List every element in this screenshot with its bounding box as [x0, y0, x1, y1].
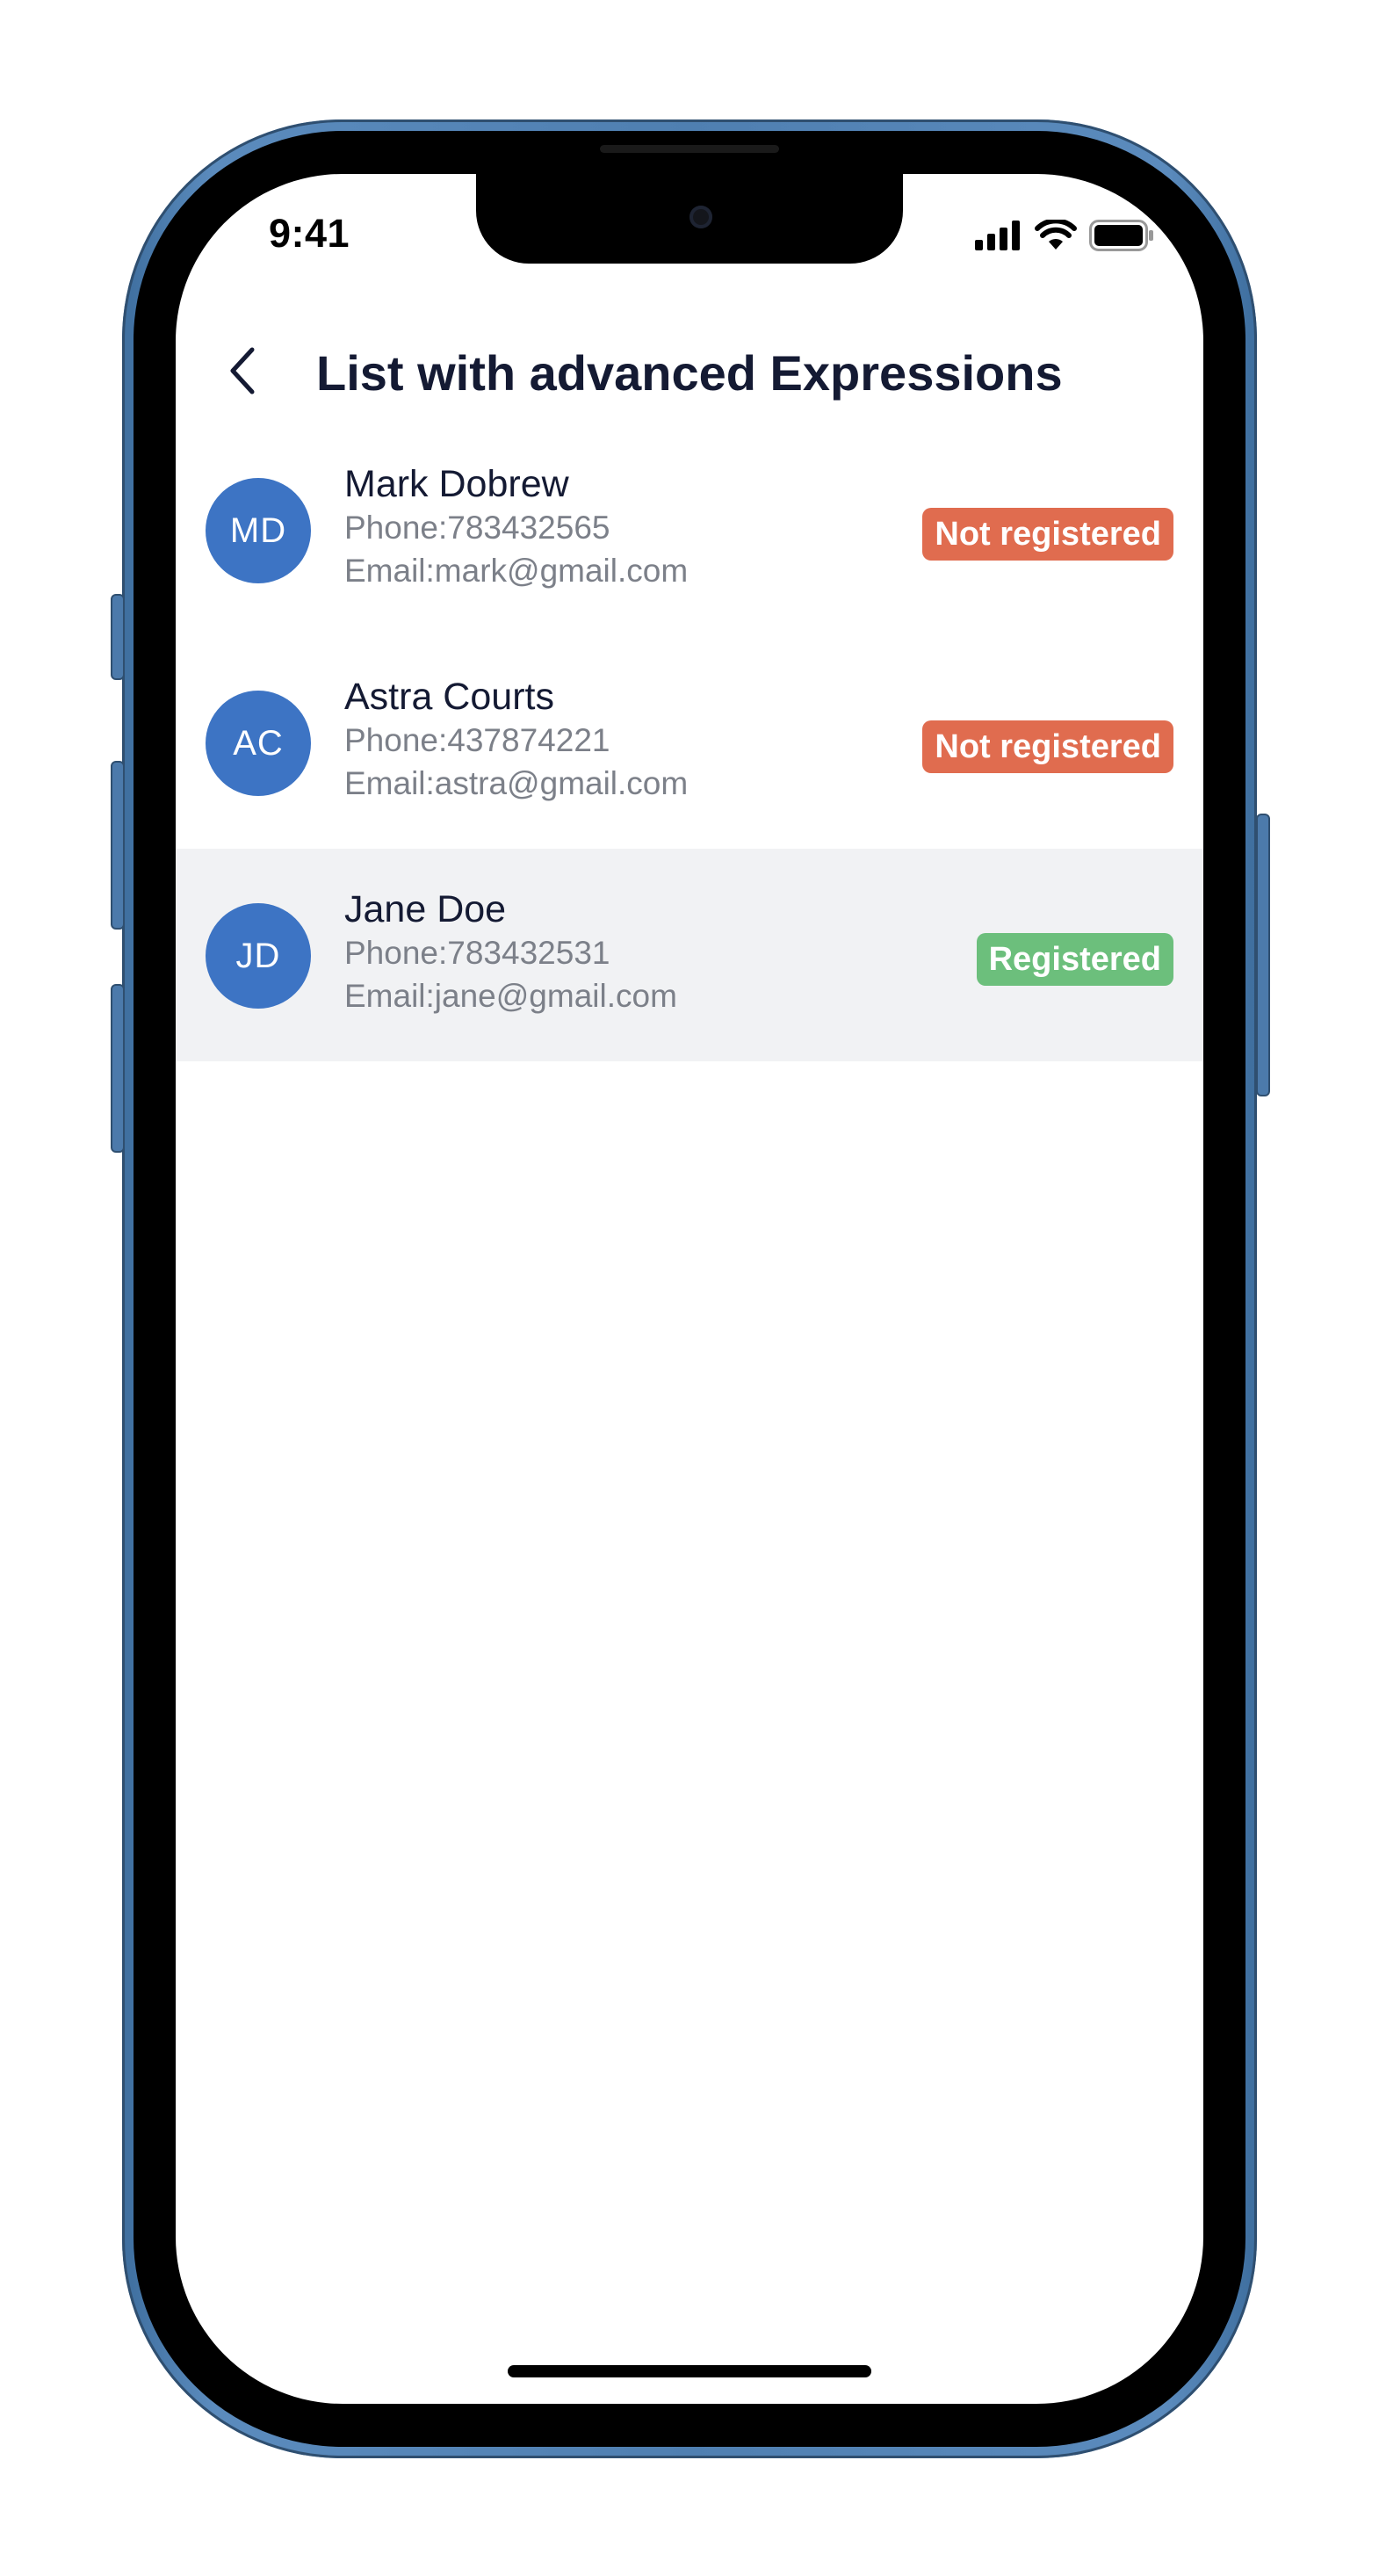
- page-title: List with advanced Expressions: [316, 345, 1063, 401]
- contact-info: Jane Doe Phone:783432531 Email:jane@gmai…: [344, 887, 677, 1017]
- wifi-icon: [1035, 218, 1077, 256]
- contact-name: Mark Dobrew: [344, 463, 569, 505]
- contact-phone: Phone:783432565: [344, 510, 610, 546]
- contact-email: Email:astra@gmail.com: [344, 765, 689, 801]
- contact-list: MD Mark Dobrew Phone:783432565 Email:mar…: [176, 423, 1203, 1061]
- contact-info: Mark Dobrew Phone:783432565 Email:mark@g…: [344, 462, 688, 592]
- cellular-signal-icon: [975, 221, 1022, 255]
- device-stage: 9:41 List with advanced Expressions MD M…: [0, 0, 1379, 2576]
- contact-phone: Phone:783432531: [344, 935, 610, 971]
- contact-name: Astra Courts: [344, 676, 554, 718]
- volume-up-button: [111, 761, 125, 930]
- avatar: JD: [206, 903, 311, 1009]
- contact-email: Email:jane@gmail.com: [344, 978, 677, 1014]
- list-item[interactable]: AC Astra Courts Phone:437874221 Email:as…: [176, 636, 1203, 849]
- contact-phone: Phone:437874221: [344, 722, 610, 758]
- status-badge: Not registered: [922, 508, 1173, 561]
- home-indicator[interactable]: [508, 2365, 871, 2377]
- app-screen: 9:41 List with advanced Expressions MD M…: [176, 174, 1203, 2404]
- power-button: [1256, 814, 1270, 1096]
- chevron-left-icon: [227, 346, 257, 400]
- contact-info: Astra Courts Phone:437874221 Email:astra…: [344, 675, 688, 805]
- list-item[interactable]: JD Jane Doe Phone:783432531 Email:jane@g…: [176, 849, 1203, 1061]
- status-badge: Not registered: [922, 720, 1173, 773]
- back-button[interactable]: [214, 337, 271, 408]
- volume-down-button: [111, 984, 125, 1153]
- navigation-header: List with advanced Expressions: [176, 323, 1203, 420]
- contact-email: Email:mark@gmail.com: [344, 553, 689, 589]
- earpiece-speaker: [600, 145, 779, 153]
- status-badge: Registered: [976, 933, 1173, 986]
- contact-name: Jane Doe: [344, 888, 507, 930]
- status-icons: [975, 218, 1154, 256]
- avatar: MD: [206, 478, 311, 583]
- silent-switch: [111, 594, 125, 680]
- status-time: 9:41: [269, 211, 350, 256]
- list-item[interactable]: MD Mark Dobrew Phone:783432565 Email:mar…: [176, 423, 1203, 636]
- avatar: AC: [206, 691, 311, 796]
- front-camera: [690, 206, 712, 228]
- battery-icon: [1089, 220, 1154, 256]
